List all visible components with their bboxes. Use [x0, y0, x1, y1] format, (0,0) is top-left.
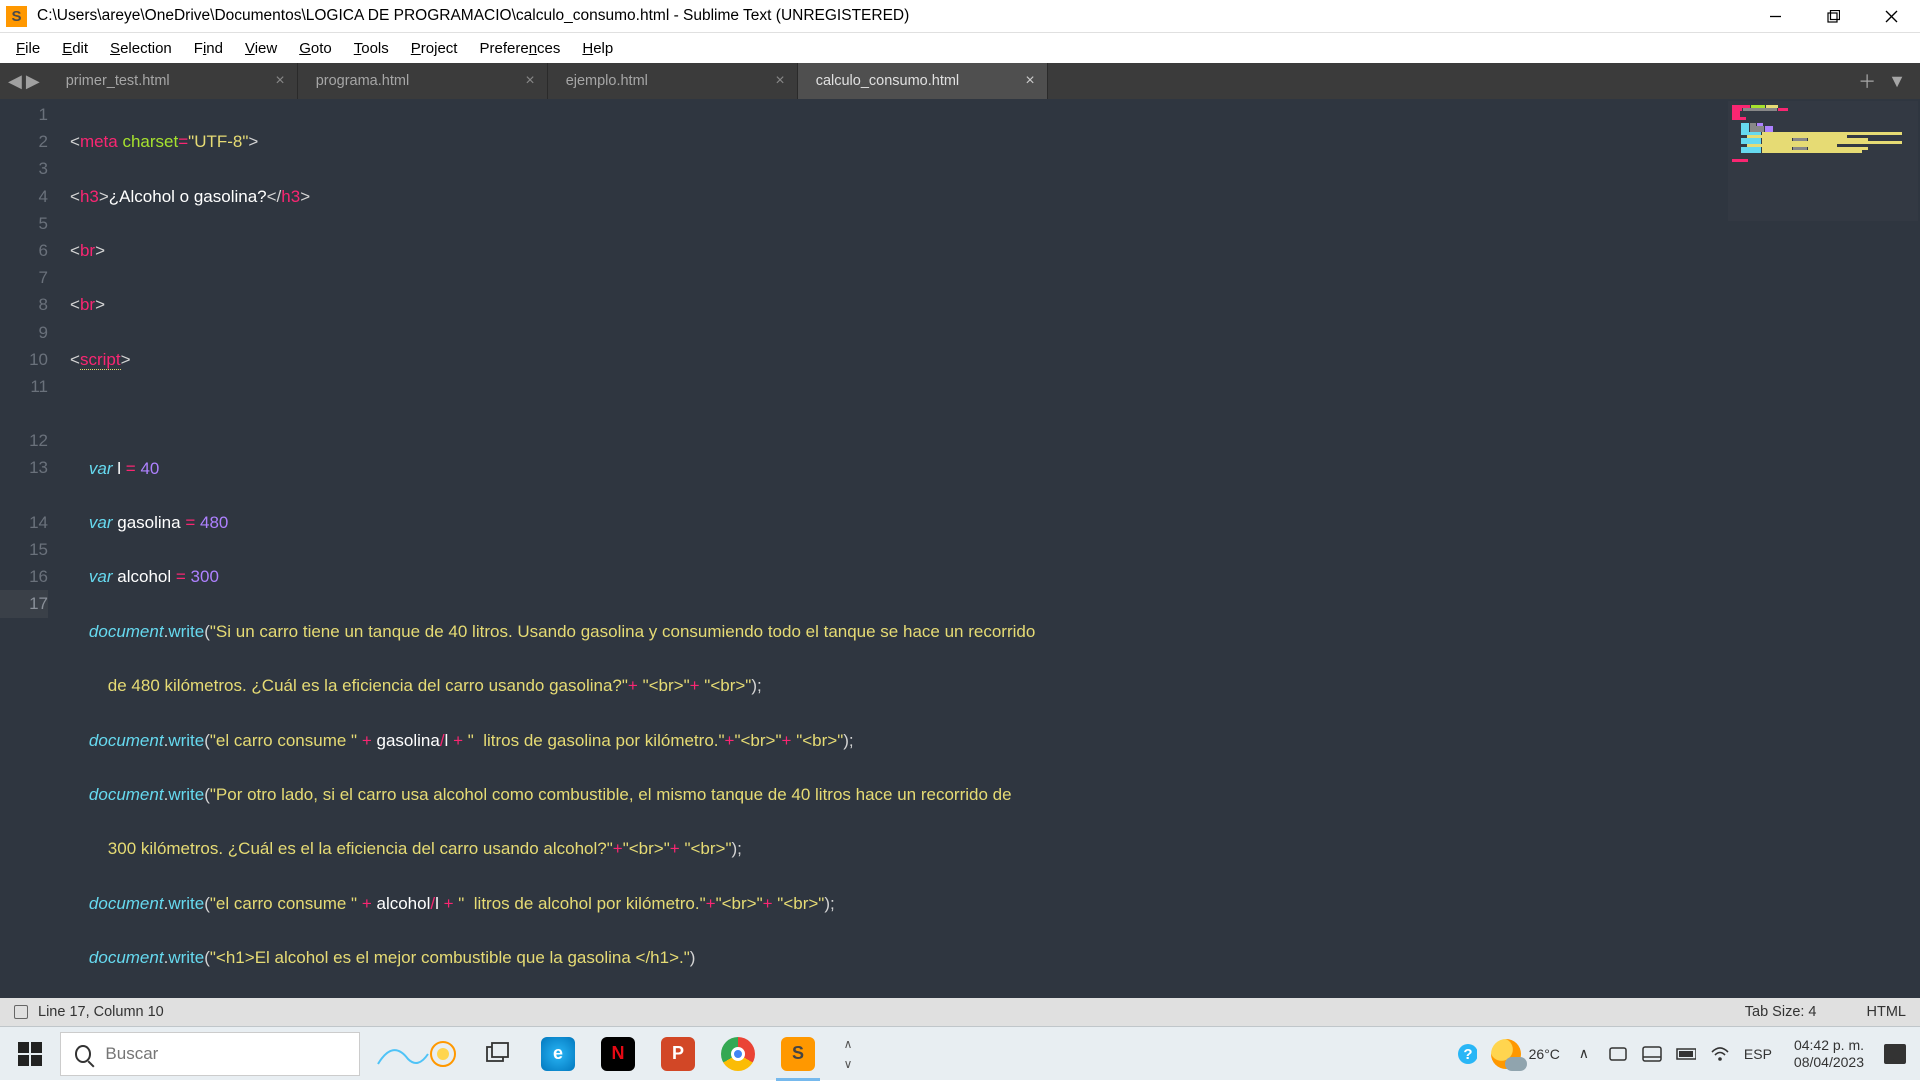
close-icon[interactable]: ×	[275, 72, 284, 90]
menu-bar: File Edit Selection Find View Goto Tools…	[0, 33, 1920, 63]
taskbar-ie[interactable]: e	[528, 1027, 588, 1081]
line-number: 16	[0, 563, 48, 590]
windows-icon	[18, 1042, 42, 1066]
tray-wifi-icon[interactable]	[1710, 1045, 1730, 1063]
menu-selection[interactable]: Selection	[100, 36, 182, 61]
status-syntax[interactable]: HTML	[1867, 1004, 1906, 1020]
tab-programa[interactable]: programa.html ×	[298, 63, 548, 99]
weather-temp: 26°C	[1529, 1046, 1560, 1062]
minimap[interactable]	[1728, 101, 1918, 221]
panel-toggle-icon[interactable]	[14, 1005, 28, 1019]
line-number: 6	[0, 237, 48, 264]
tray-touchpad-icon[interactable]	[1642, 1045, 1662, 1063]
close-icon[interactable]: ×	[775, 72, 784, 90]
tab-label: ejemplo.html	[566, 73, 648, 89]
menu-view[interactable]: View	[235, 36, 287, 61]
menu-find[interactable]: Find	[184, 36, 233, 61]
line-number: 14	[0, 509, 48, 536]
line-number: 12	[0, 427, 48, 454]
tray-time: 04:42 p. m.	[1794, 1037, 1864, 1054]
menu-tools[interactable]: Tools	[344, 36, 399, 61]
taskbar-chrome[interactable]	[708, 1027, 768, 1081]
tab-primer-test[interactable]: primer_test.html ×	[48, 63, 298, 99]
maximize-button[interactable]	[1804, 0, 1862, 33]
svg-text:?: ?	[1463, 1046, 1472, 1063]
tray-language[interactable]: ESP	[1744, 1046, 1772, 1062]
line-number: 4	[0, 183, 48, 210]
tab-label: primer_test.html	[66, 73, 170, 89]
window-title: C:\Users\areye\OneDrive\Documentos\LOGIC…	[37, 7, 1746, 25]
tab-label: calculo_consumo.html	[816, 73, 959, 89]
gutter: 1 2 3 4 5 6 7 8 9 10 11 12 13 14 15 16 1…	[0, 99, 62, 998]
menu-goto[interactable]: Goto	[289, 36, 342, 61]
tab-dropdown-icon[interactable]: ▼	[1888, 71, 1906, 92]
taskbar: e N P S ∧∨ ? 26°C ∧ ESP 04:42 p. m. 08/0…	[0, 1026, 1920, 1080]
menu-project[interactable]: Project	[401, 36, 468, 61]
editor[interactable]: 1 2 3 4 5 6 7 8 9 10 11 12 13 14 15 16 1…	[0, 99, 1920, 998]
tab-calculo-consumo[interactable]: calculo_consumo.html ×	[798, 63, 1048, 99]
search-input[interactable]	[105, 1044, 345, 1064]
notifications-icon[interactable]	[1884, 1044, 1906, 1064]
weather-icon	[1491, 1039, 1521, 1069]
task-view-button[interactable]	[468, 1027, 528, 1081]
tab-ejemplo[interactable]: ejemplo.html ×	[548, 63, 798, 99]
tab-nav-arrows: ◀ ▶	[0, 63, 48, 99]
system-tray: ? 26°C ∧ ESP 04:42 p. m. 08/04/2023	[1457, 1027, 1920, 1081]
close-icon[interactable]: ×	[525, 72, 534, 90]
window-controls	[1746, 0, 1920, 33]
tray-onedrive-icon[interactable]	[1608, 1045, 1628, 1063]
menu-preferences[interactable]: Preferences	[469, 36, 570, 61]
line-number: 10	[0, 346, 48, 373]
nav-back-icon[interactable]: ◀	[8, 71, 22, 92]
taskbar-powerpoint[interactable]: P	[648, 1027, 708, 1081]
tab-label: programa.html	[316, 73, 409, 89]
taskbar-sublime[interactable]: S	[768, 1027, 828, 1081]
menu-help[interactable]: Help	[572, 36, 623, 61]
taskbar-overflow[interactable]: ∧∨	[836, 1032, 860, 1076]
minimize-button[interactable]	[1746, 0, 1804, 33]
menu-edit[interactable]: Edit	[52, 36, 98, 61]
tab-bar-actions: ＋ ▼	[1858, 63, 1920, 99]
app-icon: S	[6, 6, 27, 27]
tab-bar: ◀ ▶ primer_test.html × programa.html × e…	[0, 63, 1920, 99]
line-number: 1	[0, 101, 48, 128]
task-icons: e N P S	[468, 1027, 828, 1081]
line-number: 17	[0, 590, 48, 617]
line-number: 7	[0, 264, 48, 291]
code-area[interactable]: <meta charset="UTF-8"> <h3>¿Alcohol o ga…	[62, 99, 1920, 998]
line-number: 2	[0, 128, 48, 155]
menu-file[interactable]: File	[6, 36, 50, 61]
new-tab-icon[interactable]: ＋	[1858, 68, 1876, 94]
title-bar: S C:\Users\areye\OneDrive\Documentos\LOG…	[0, 0, 1920, 33]
tray-date: 08/04/2023	[1794, 1054, 1864, 1071]
start-button[interactable]	[0, 1027, 60, 1081]
help-icon[interactable]: ?	[1457, 1045, 1477, 1063]
nav-forward-icon[interactable]: ▶	[26, 71, 40, 92]
weather-widget[interactable]: 26°C	[1491, 1039, 1560, 1069]
taskbar-netflix[interactable]: N	[588, 1027, 648, 1081]
line-number: 15	[0, 536, 48, 563]
cortana-art[interactable]	[368, 1032, 468, 1076]
tray-clock[interactable]: 04:42 p. m. 08/04/2023	[1794, 1037, 1864, 1071]
tray-chevron-icon[interactable]: ∧	[1574, 1045, 1594, 1063]
search-icon	[75, 1045, 91, 1063]
line-number: 8	[0, 291, 48, 318]
close-button[interactable]	[1862, 0, 1920, 33]
line-number: 11	[0, 373, 48, 427]
line-number: 9	[0, 319, 48, 346]
line-number: 3	[0, 155, 48, 182]
line-number: 5	[0, 210, 48, 237]
status-bar: Line 17, Column 10 Tab Size: 4 HTML	[0, 998, 1920, 1026]
status-position[interactable]: Line 17, Column 10	[38, 1004, 164, 1020]
tray-battery-icon[interactable]	[1676, 1045, 1696, 1063]
taskbar-search[interactable]	[60, 1032, 360, 1076]
close-icon[interactable]: ×	[1025, 72, 1034, 90]
status-tab-size[interactable]: Tab Size: 4	[1745, 1004, 1817, 1020]
line-number: 13	[0, 454, 48, 508]
